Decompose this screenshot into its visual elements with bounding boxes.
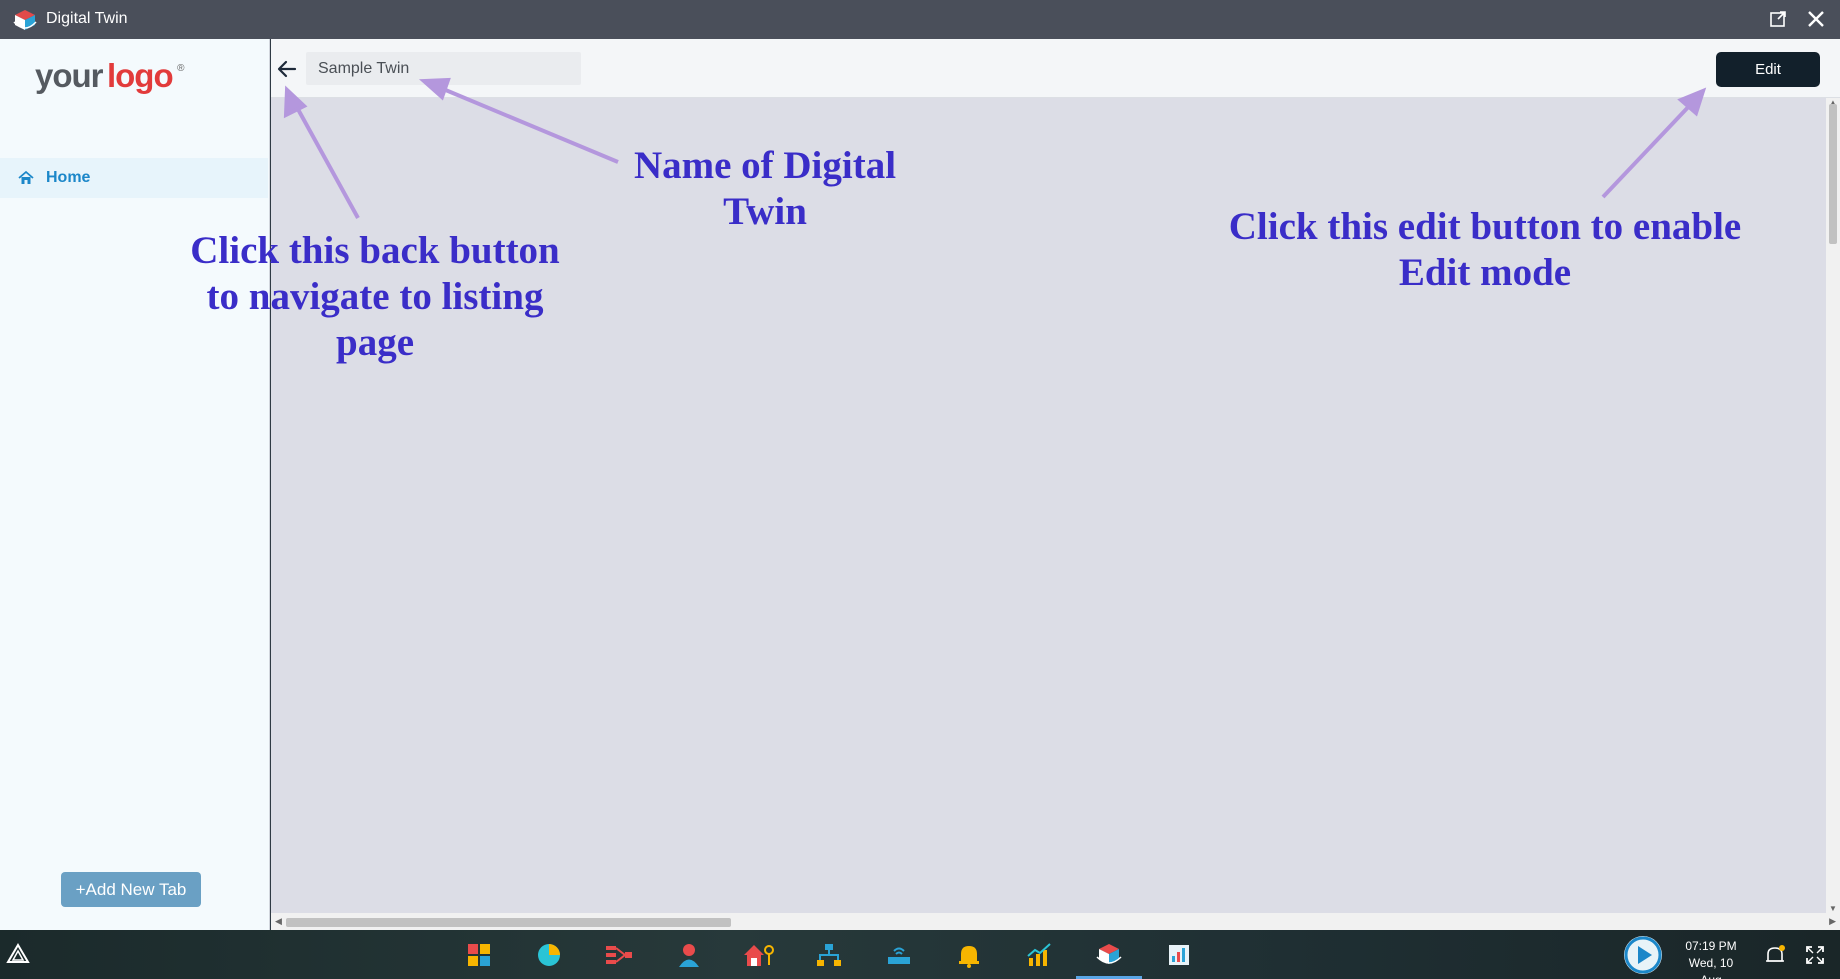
brand-logo: your logo ® <box>35 57 235 117</box>
logo-word-logo: logo <box>106 57 174 94</box>
sidebar-item-label: Home <box>46 169 91 186</box>
vertical-scroll-thumb[interactable] <box>1829 104 1837 244</box>
home-icon <box>18 170 34 184</box>
report-icon[interactable] <box>1162 938 1196 972</box>
home-key-icon[interactable] <box>742 938 776 972</box>
digital-twin-app-icon <box>13 10 37 30</box>
annotation-edit-button: Click this edit button to enable Edit mo… <box>1228 205 1742 294</box>
scroll-right-icon[interactable]: ▶ <box>1829 916 1836 927</box>
notification-bell-icon[interactable] <box>1764 944 1786 966</box>
analytics-icon[interactable] <box>1022 938 1056 972</box>
pie-chart-icon[interactable] <box>532 938 566 972</box>
clock-date: Wed, 10 Aug <box>1688 956 1734 979</box>
clock-time: 07:19 PM <box>1685 939 1737 953</box>
twin-name-input[interactable] <box>306 52 581 85</box>
vertical-scrollbar[interactable]: ▲ ▼ <box>1826 98 1840 913</box>
annotation-twin-name: Name of Digital Twin <box>633 144 897 233</box>
start-icon[interactable] <box>6 942 30 966</box>
logo-registered-mark: ® <box>177 63 185 74</box>
window-title: Digital Twin <box>46 10 128 27</box>
horizontal-scrollbar[interactable]: ◀ ▶ <box>271 913 1840 930</box>
dashboard-icon[interactable] <box>462 938 496 972</box>
hierarchy-icon[interactable] <box>812 938 846 972</box>
user-icon[interactable] <box>672 938 706 972</box>
add-new-tab-button[interactable]: +Add New Tab <box>61 872 201 907</box>
scroll-down-icon[interactable]: ▼ <box>1829 904 1837 913</box>
edit-button[interactable]: Edit <box>1716 52 1820 87</box>
horizontal-scroll-thumb[interactable] <box>286 918 731 927</box>
fullscreen-icon[interactable] <box>1804 944 1826 966</box>
popout-icon[interactable] <box>1768 9 1788 29</box>
avatar[interactable] <box>1624 936 1662 974</box>
bell-alert-icon[interactable] <box>952 938 986 972</box>
close-icon[interactable] <box>1804 7 1828 31</box>
page-header: Edit <box>271 39 1840 98</box>
logo-word-your: your <box>35 57 104 94</box>
sidebar: your logo ® Home +Add New Tab <box>0 39 270 930</box>
scroll-left-icon[interactable]: ◀ <box>275 916 282 927</box>
clock[interactable]: 07:19 PM Wed, 10 Aug <box>1678 938 1744 979</box>
title-bar: Digital Twin <box>0 0 1840 39</box>
back-arrow-icon[interactable] <box>275 57 299 81</box>
router-icon[interactable] <box>882 938 916 972</box>
sidebar-item-home[interactable]: Home <box>0 158 268 198</box>
digital-twin-icon[interactable] <box>1092 938 1126 972</box>
taskbar: 07:19 PM Wed, 10 Aug <box>0 930 1840 979</box>
flow-icon[interactable] <box>602 938 636 972</box>
annotation-back-button: Click this back button to navigate to li… <box>190 229 560 364</box>
